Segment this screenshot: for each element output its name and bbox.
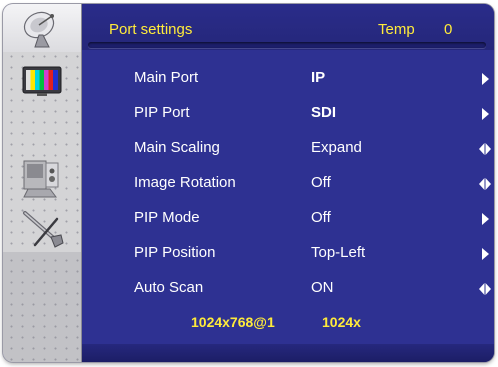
osd-window: Port settings Temp 0 Main Port IP PIP Po… [3, 4, 494, 362]
sidebar-empty-area [3, 252, 81, 362]
setting-value[interactable]: Off [311, 209, 331, 226]
setting-label: Auto Scan [134, 279, 204, 296]
arrow-right-icon[interactable] [479, 107, 491, 121]
sidebar-item-audio[interactable] [3, 154, 81, 204]
setting-value[interactable]: SDI [311, 104, 336, 121]
temp-value: 0 [444, 21, 453, 38]
tools-icon [23, 211, 64, 248]
setting-value[interactable]: Top-Left [311, 244, 365, 261]
panel-header: Port settings Temp 0 [82, 4, 494, 50]
setting-value[interactable]: Off [311, 174, 331, 191]
category-sidebar [3, 4, 82, 362]
setting-label: Main Port [134, 69, 199, 86]
setting-label: PIP Port [134, 104, 190, 121]
setting-label: Main Scaling [134, 139, 220, 156]
monitor-speaker-icon [23, 160, 59, 198]
arrow-right-icon[interactable] [479, 247, 491, 261]
page-title: Port settings [109, 21, 193, 38]
sidebar-item-display[interactable] [3, 62, 81, 102]
setting-value[interactable]: ON [311, 279, 334, 296]
pip-resolution-readout: 1024x [322, 314, 361, 330]
panel-footer [82, 344, 494, 362]
setting-label: PIP Mode [134, 209, 200, 226]
test-pattern-monitor-icon [22, 66, 62, 96]
setting-value[interactable]: Expand [311, 139, 362, 156]
arrow-left-right-icon[interactable] [479, 177, 491, 191]
setting-pip-mode[interactable]: PIP Mode Off [82, 201, 494, 236]
arrow-left-right-icon[interactable] [479, 142, 491, 156]
header-divider [88, 42, 486, 48]
setting-label: Image Rotation [134, 174, 236, 191]
temp-label: Temp [378, 21, 415, 38]
satellite-dish-icon [23, 11, 55, 48]
sidebar-item-port-settings[interactable] [3, 4, 81, 52]
setting-label: PIP Position [134, 244, 216, 261]
setting-auto-scan[interactable]: Auto Scan ON [82, 271, 494, 306]
setting-image-rotation[interactable]: Image Rotation Off [82, 166, 494, 201]
setting-main-port[interactable]: Main Port IP [82, 61, 494, 96]
arrow-right-icon[interactable] [479, 72, 491, 86]
setting-main-scaling[interactable]: Main Scaling Expand [82, 131, 494, 166]
settings-panel: Port settings Temp 0 Main Port IP PIP Po… [82, 4, 494, 362]
resolution-status: 1024x768@1 1024x [82, 314, 494, 336]
main-resolution-readout: 1024x768@1 [191, 314, 275, 330]
setting-value[interactable]: IP [311, 69, 325, 86]
setting-pip-position[interactable]: PIP Position Top-Left [82, 236, 494, 271]
arrow-right-icon[interactable] [479, 212, 491, 226]
setting-pip-port[interactable]: PIP Port SDI [82, 96, 494, 131]
sidebar-item-tools[interactable] [3, 204, 81, 252]
arrow-left-right-icon[interactable] [479, 282, 491, 296]
